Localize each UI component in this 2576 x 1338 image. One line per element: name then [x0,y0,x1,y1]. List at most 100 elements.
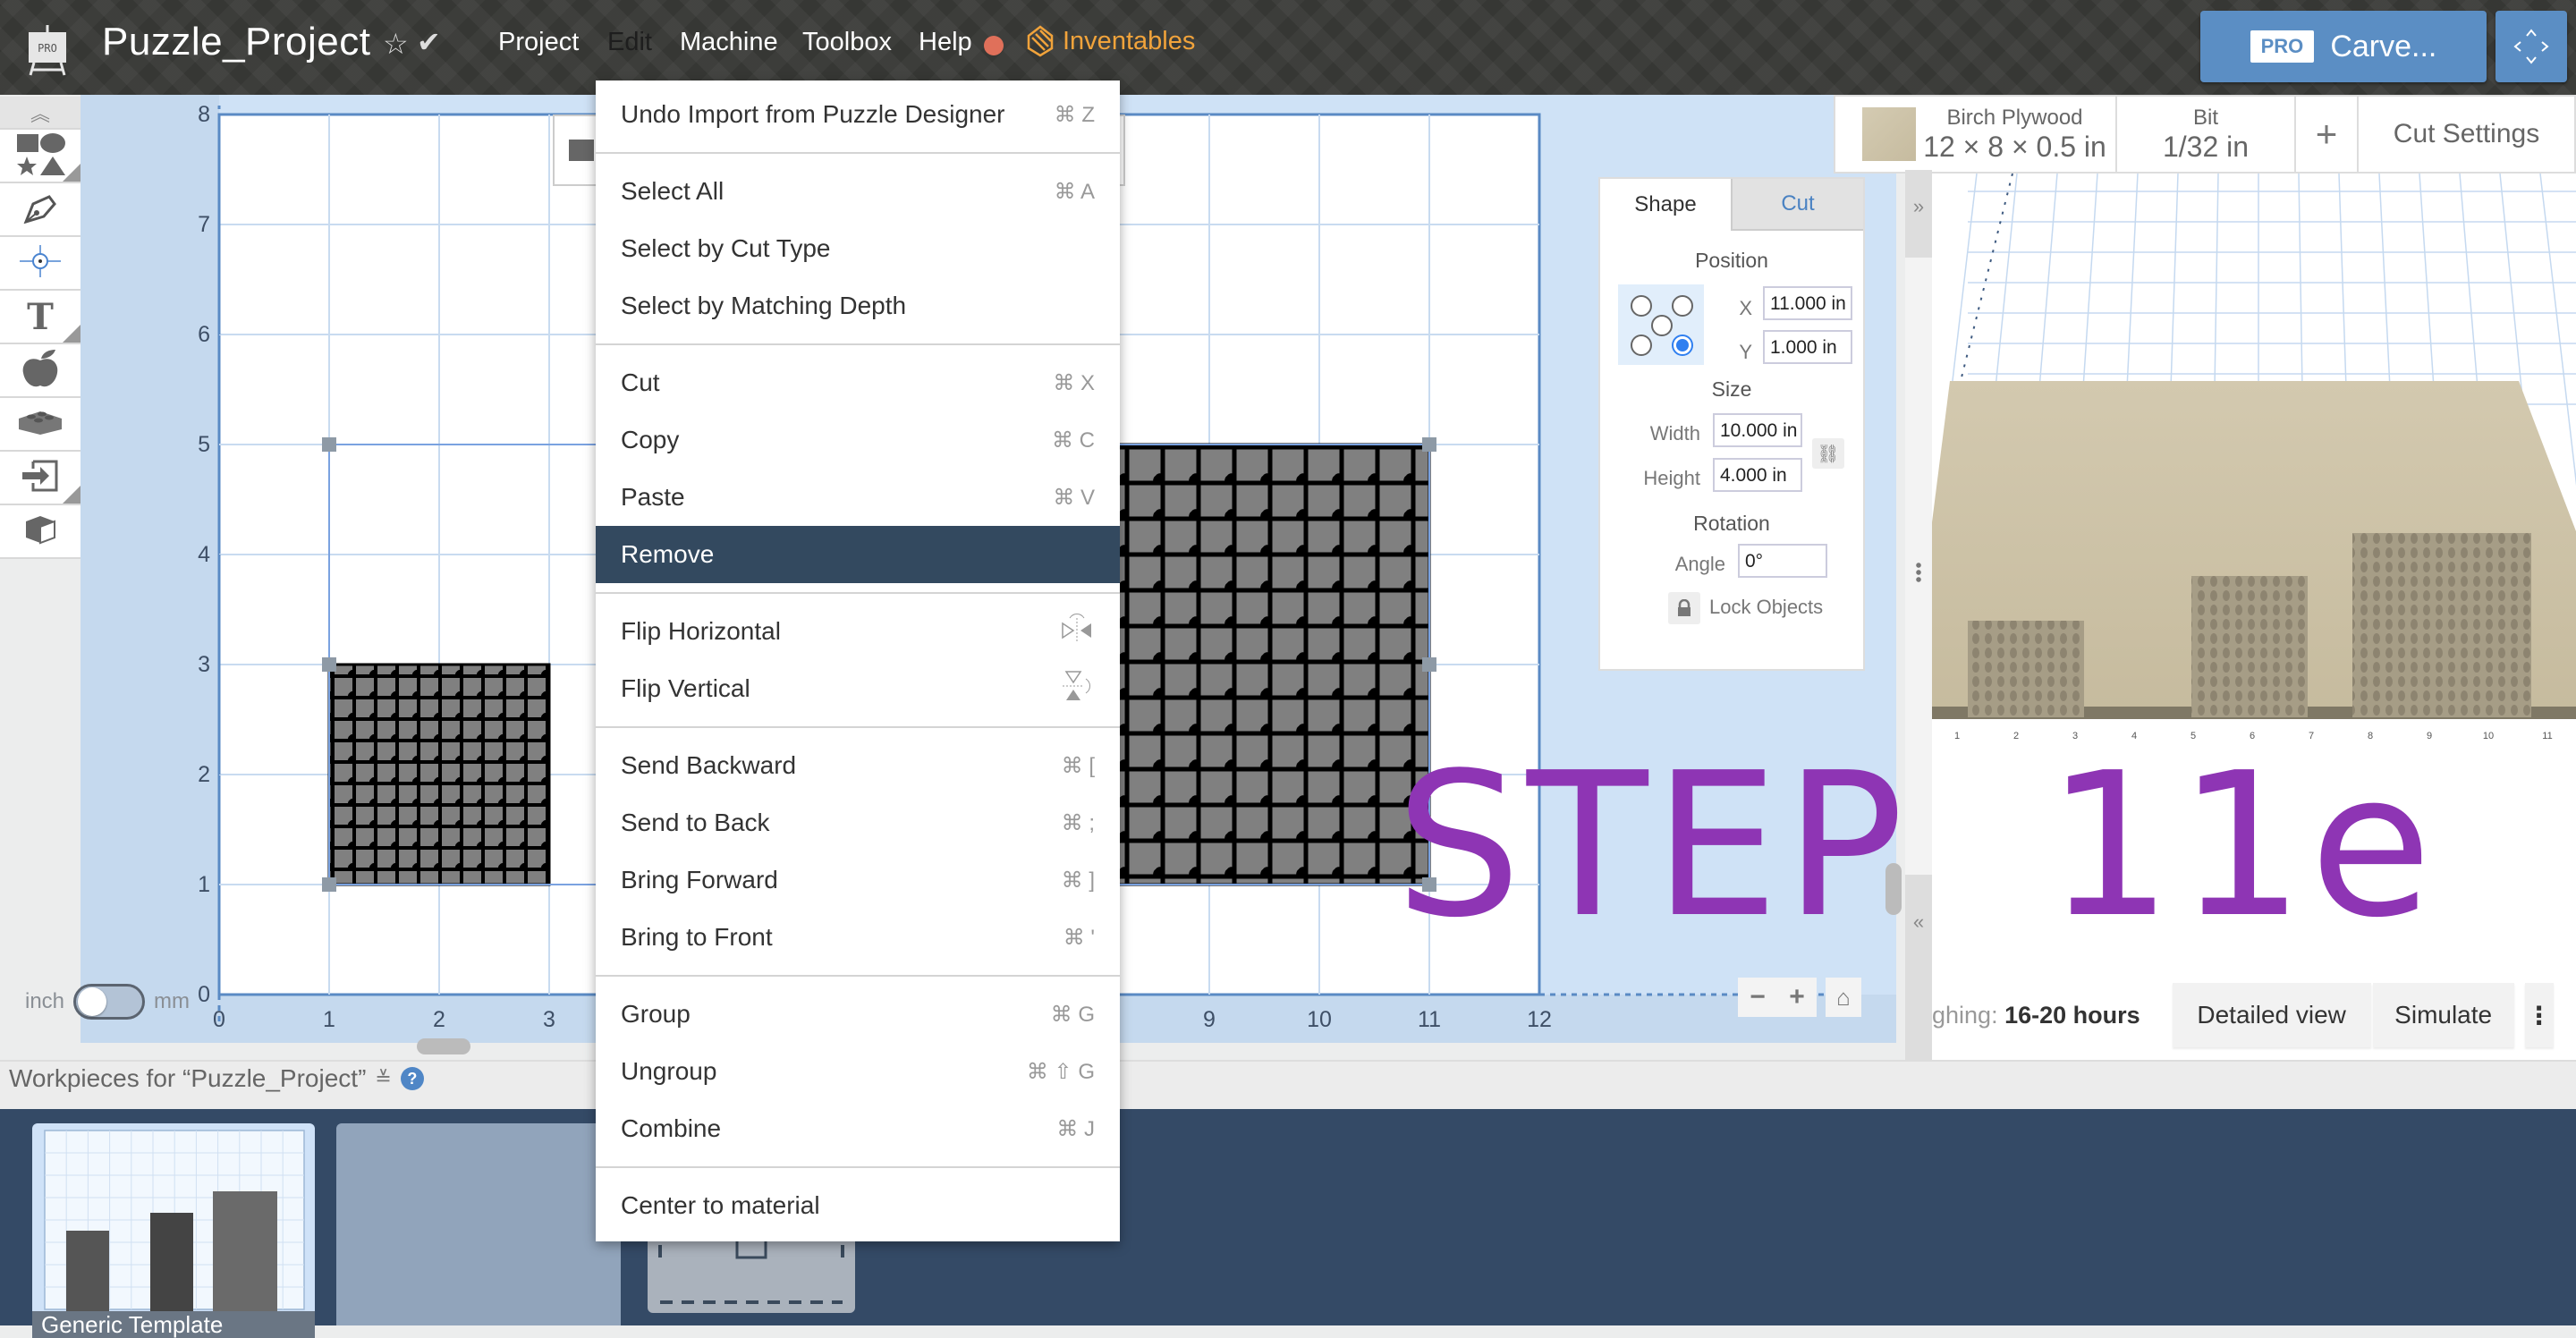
simulate-button[interactable]: Simulate [2372,983,2514,1047]
units-switch[interactable] [73,984,146,1020]
home-view-button[interactable]: ⌂ [1826,978,1861,1017]
jog-button[interactable] [2496,11,2567,82]
cut-settings-button[interactable]: Cut Settings [2359,97,2574,172]
menu-item-label: Select All [621,177,724,205]
y-tick-label: 5 [198,432,210,457]
carve-label: Carve... [2330,29,2437,64]
align-icon[interactable] [569,140,594,161]
submenu-indicator [63,486,80,504]
menu-item-send-backward[interactable]: Send Backward ⌘ [ [596,737,1120,794]
units-toggle[interactable]: inch mm [25,984,190,1020]
carve-button[interactable]: PRO Carve... [2200,11,2487,82]
add-bit-button[interactable]: + [2296,97,2359,172]
menu-item-label: Remove [621,540,715,568]
thumb-puzzle-large [213,1191,277,1317]
workpiece-placeholder[interactable] [336,1123,621,1325]
selection-handle[interactable] [322,657,336,672]
menu-item-remove[interactable]: Remove [596,526,1120,583]
menu-item-center-to-material[interactable]: Center to material [596,1177,1120,1234]
lock-icon [1678,599,1690,616]
material-selector[interactable]: Birch Plywood 12 × 8 × 0.5 in [1835,97,2117,172]
more-options-button[interactable]: ⋮ [2524,983,2554,1047]
menu-item-paste[interactable]: Paste ⌘ V [596,469,1120,526]
zoom-controls: − + [1738,978,1817,1017]
menu-separator [596,726,1120,728]
menu-item-shortcut: ⌘ G [1050,1002,1095,1027]
anchor-center[interactable] [1651,315,1673,336]
unlink-proportions-icon[interactable]: ⛓ [1812,438,1844,469]
width-input[interactable]: 10.000 in [1713,413,1802,447]
anchor-bottom-left[interactable] [1631,334,1652,356]
lock-objects-button[interactable] [1668,592,1700,624]
menu-item-group[interactable]: Group ⌘ G [596,986,1120,1043]
estimate-value: 16-20 hours [2004,1001,2140,1029]
x-position-input[interactable]: 11.000 in [1763,286,1852,320]
tool-collapse[interactable]: ︽ [0,97,80,130]
menu-item-shortcut: ⌘ X [1053,370,1095,395]
tool-icons[interactable] [0,344,80,398]
menu-item-select-by-matching-depth[interactable]: Select by Matching Depth [596,277,1120,334]
anchor-top-left[interactable] [1631,295,1652,317]
height-input[interactable]: 4.000 in [1713,458,1802,492]
anchor-top-right[interactable] [1672,295,1693,317]
x-tick-label: 12 [1527,1007,1552,1032]
selection-handle[interactable] [322,437,336,452]
pen-icon [22,191,58,228]
menu-item-copy[interactable]: Copy ⌘ C [596,411,1120,469]
selection-handle[interactable] [322,877,336,892]
tool-point[interactable] [0,237,80,291]
tool-apps[interactable] [0,398,80,452]
menu-item-flip-vertical[interactable]: Flip Vertical [596,660,1120,717]
bit-selector[interactable]: Bit 1/32 in [2117,97,2296,172]
tool-import[interactable] [0,452,80,505]
y-tick-label: 1 [198,872,210,897]
menu-item-send-to-back[interactable]: Send to Back ⌘ ; [596,794,1120,851]
tool-text[interactable]: T [0,291,80,344]
menu-item-label: Center to material [621,1191,820,1219]
help-icon[interactable]: ? [400,1067,424,1090]
x-tick-label: 11 [1418,1007,1441,1032]
menu-item-label: Flip Horizontal [621,617,781,645]
menu-item-label: Combine [621,1114,722,1142]
menu-item-select-all[interactable]: Select All ⌘ A [596,163,1120,220]
selection-handle[interactable] [1422,437,1436,452]
angle-input[interactable]: 0° [1738,544,1827,578]
units-switch-knob[interactable] [78,987,107,1016]
menu-item-bring-forward[interactable]: Bring Forward ⌘ ] [596,851,1120,909]
selection-handle[interactable] [1422,657,1436,672]
zoom-in-button[interactable]: + [1789,982,1805,1012]
menu-item-cut[interactable]: Cut ⌘ X [596,354,1120,411]
x-tick-label: 2 [433,1007,445,1032]
units-mm-label: mm [154,989,191,1013]
menu-item-label: Send to Back [621,809,770,836]
tool-shapes[interactable] [0,130,80,183]
x-tick-label: 0 [213,1007,225,1032]
horizontal-scrollbar[interactable] [417,1038,470,1054]
workpieces-title[interactable]: Workpieces for “Puzzle_Project” ≚ ? [9,1064,424,1093]
x-tick-label: 10 [1307,1007,1332,1032]
menu-item-select-by-cut-type[interactable]: Select by Cut Type [596,220,1120,277]
menu-item-bring-to-front[interactable]: Bring to Front ⌘ ' [596,909,1120,966]
tab-shape[interactable]: Shape [1600,179,1731,231]
zoom-out-button[interactable]: − [1750,982,1766,1012]
expand-preview-icon[interactable]: » [1905,170,1932,258]
menu-separator [596,152,1120,154]
menu-item-shortcut: ⌘ ] [1061,868,1095,893]
menu-item-combine[interactable]: Combine ⌘ J [596,1100,1120,1157]
tool-pen[interactable] [0,183,80,237]
menu-item-ungroup[interactable]: Ungroup ⌘ ⇧ G [596,1043,1120,1100]
tab-cut[interactable]: Cut [1731,179,1863,231]
expand-workpieces-icon[interactable]: ≚ [375,1067,391,1090]
drag-handle-icon[interactable] [1915,562,1922,583]
menu-item-undo-import-from-puzzle-designer[interactable]: Undo Import from Puzzle Designer ⌘ Z [596,86,1120,143]
puzzle-small[interactable] [327,663,551,886]
y-position-input[interactable]: 1.000 in [1763,330,1852,364]
tool-3d[interactable] [0,505,80,559]
anchor-picker [1618,284,1704,365]
x-tick-label: 3 [543,1007,555,1032]
workpiece-thumbnail[interactable] [32,1123,315,1325]
detailed-view-button[interactable]: Detailed view [2172,983,2371,1047]
x-tick-label: 9 [1203,1007,1216,1032]
menu-item-flip-horizontal[interactable]: Flip Horizontal [596,603,1120,660]
y-tick-label: 6 [198,322,210,347]
